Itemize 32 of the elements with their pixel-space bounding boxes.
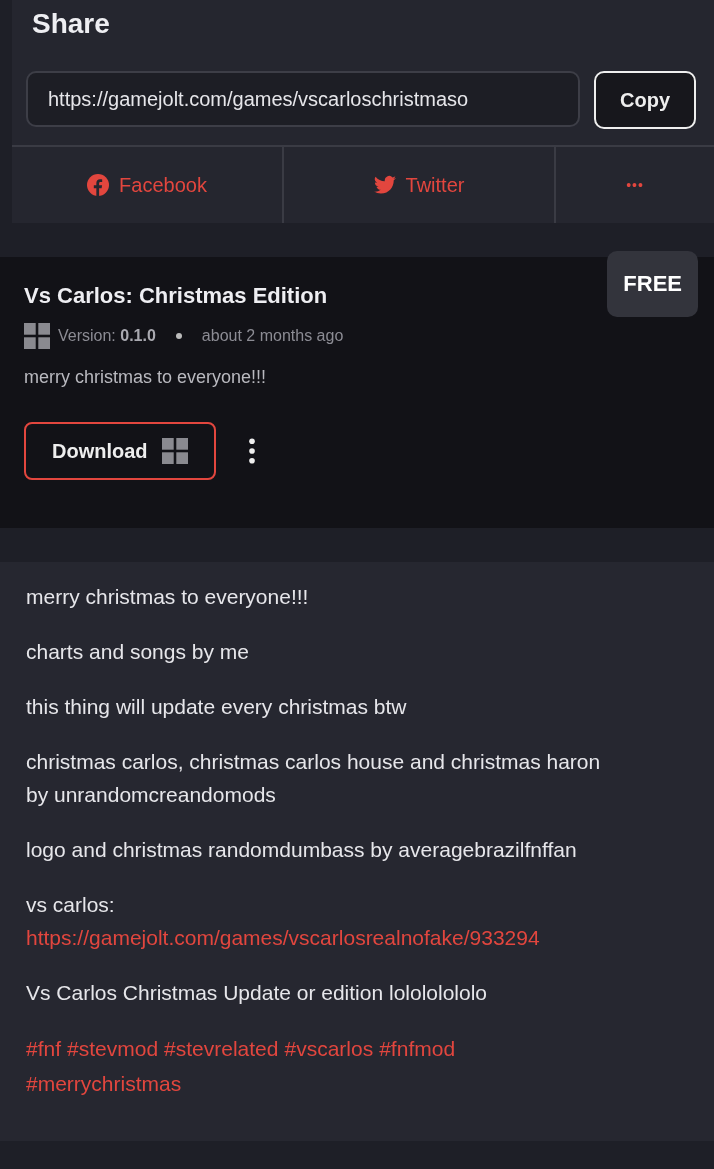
description-label: vs carlos: bbox=[26, 892, 115, 918]
windows-icon bbox=[161, 438, 188, 464]
share-title: Share bbox=[32, 8, 111, 41]
facebook-icon bbox=[87, 174, 110, 196]
game-link[interactable]: https://gamejolt.com/games/vscarlosrealnofake/933294 bbox=[26, 921, 540, 954]
hashtag-link[interactable]: #stevrelated bbox=[164, 1031, 279, 1066]
description-paragraph: charts and songs by me bbox=[26, 639, 250, 665]
copy-button[interactable]: Copy bbox=[594, 71, 696, 129]
price-tag: FREE bbox=[607, 251, 698, 317]
windows-icon bbox=[24, 323, 50, 349]
separator-dot bbox=[175, 333, 182, 339]
more-options-icon[interactable] bbox=[247, 438, 256, 464]
description-paragraph: christmas carlos, christmas carlos house and christmas haron by unrandomcreandomods bbox=[26, 749, 602, 808]
hashtag-link[interactable]: #vscarlos bbox=[284, 1031, 374, 1066]
version-text: Version: 0.1.0 bbox=[58, 327, 156, 345]
hashtag-link[interactable]: #stevmod bbox=[67, 1031, 159, 1066]
more-button[interactable]: ••• bbox=[556, 147, 714, 223]
description-paragraph: merry christmas to everyone!!! bbox=[26, 584, 310, 610]
hashtag-link[interactable]: #fnfmod bbox=[379, 1031, 456, 1066]
facebook-button[interactable]: Facebook bbox=[12, 147, 284, 223]
game-title: Vs Carlos: Christmas Edition bbox=[24, 283, 328, 309]
hashtag-link[interactable]: #fnf bbox=[26, 1031, 62, 1066]
description-paragraph: Vs Carlos Christmas Update or edition lolololololo bbox=[26, 980, 489, 1006]
description-paragraph: logo and christmas randomdumbass by averagebrazilfnffan bbox=[26, 837, 578, 863]
twitter-button[interactable]: Twitter bbox=[284, 147, 556, 223]
release-time: about 2 months ago bbox=[201, 327, 344, 345]
share-url-field[interactable]: https://gamejolt.com/games/vscarloschristmaso bbox=[26, 71, 580, 127]
download-button[interactable]: Download bbox=[24, 422, 216, 480]
description-paragraph: this thing will update every christmas btw bbox=[26, 694, 408, 720]
hashtag-link[interactable]: #merrychristmas bbox=[26, 1066, 182, 1101]
bird-icon bbox=[373, 174, 396, 196]
build-note: merry christmas to everyone!!! bbox=[24, 367, 268, 388]
